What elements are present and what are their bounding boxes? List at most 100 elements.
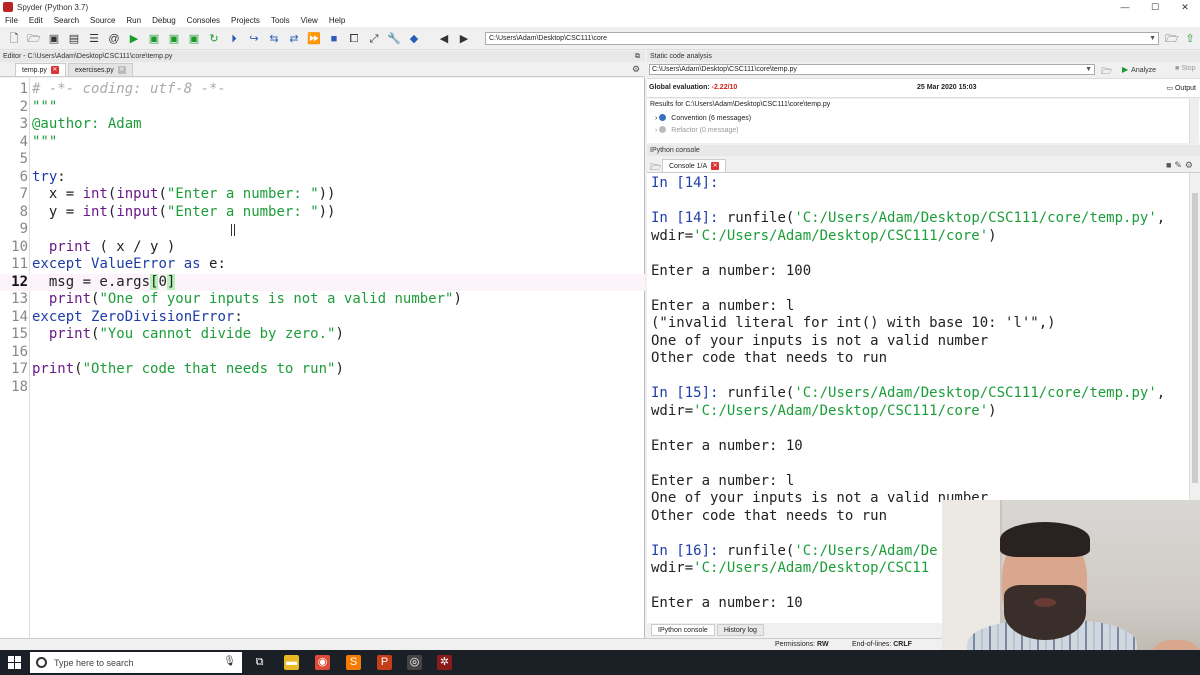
run-cell-icon[interactable]: ▣ — [146, 31, 162, 47]
tab-exercises-py[interactable]: exercises.py ✕ — [67, 63, 133, 76]
tab-temp-py[interactable]: temp.py ✕ — [15, 63, 66, 76]
close-tab-icon[interactable]: ✕ — [711, 162, 720, 170]
run-selection-icon[interactable]: ▣ — [186, 31, 202, 47]
preferences-icon[interactable]: 🔧 — [386, 31, 402, 47]
working-directory-input[interactable]: C:\Users\Adam\Desktop\CSC111\core ▼ — [485, 32, 1159, 45]
code-line[interactable]: 18 — [0, 379, 645, 397]
code-line[interactable]: 1 # -*- coding: utf-8 -*- — [0, 81, 645, 99]
maximize-button[interactable]: ☐ — [1140, 0, 1170, 14]
code-line[interactable]: 4 """ — [0, 134, 645, 152]
close-tab-icon[interactable]: ✕ — [50, 66, 59, 74]
at-icon[interactable]: @ — [106, 31, 122, 47]
console-line: Enter a number: 10 — [651, 595, 803, 613]
code-line[interactable]: 13 print("One of your inputs is not a va… — [0, 291, 645, 309]
code-line[interactable]: 8 y = int(input("Enter a number: ")) — [0, 204, 645, 222]
menu-edit[interactable]: Edit — [29, 16, 43, 25]
tab-history-log[interactable]: History log — [716, 624, 764, 636]
step-into-icon[interactable]: ⇆ — [266, 31, 282, 47]
code-line[interactable]: 15 print("You cannot divide by zero.") — [0, 326, 645, 344]
list-icon[interactable]: ☰ — [86, 31, 102, 47]
obs-icon[interactable]: ◎ — [407, 655, 422, 670]
line-number: 17 — [11, 361, 28, 377]
menu-search[interactable]: Search — [54, 16, 79, 25]
console-line: ("invalid literal for int() with base 10… — [651, 315, 1056, 333]
chevron-down-icon[interactable]: ▼ — [1085, 65, 1092, 75]
open-file-icon[interactable]: 🗁 — [26, 31, 42, 47]
menu-file[interactable]: File — [5, 16, 18, 25]
code-line[interactable]: 17 print("Other code that needs to run") — [0, 361, 645, 379]
results-scrollbar[interactable] — [1189, 99, 1199, 143]
output-button[interactable]: ▭ Output — [1166, 84, 1196, 92]
code-line[interactable]: 14 except ZeroDivisionError: — [0, 309, 645, 327]
code-line[interactable]: 9 — [0, 221, 645, 239]
save-all-icon[interactable]: ▤ — [66, 31, 82, 47]
analysis-file-select[interactable]: C:\Users\Adam\Desktop\CSC111\core\temp.p… — [649, 64, 1095, 75]
microphone-icon[interactable]: 🎙 — [223, 656, 236, 667]
code-line[interactable]: 16 — [0, 344, 645, 362]
console-token: In [ — [651, 385, 685, 401]
powerpoint-icon[interactable]: P — [377, 655, 392, 670]
code-token: "Enter a number: " — [166, 203, 319, 220]
console-token: Enter a number: 10 — [651, 595, 803, 611]
menu-source[interactable]: Source — [90, 16, 115, 25]
minimize-button[interactable]: — — [1110, 0, 1140, 14]
step-return-icon[interactable]: ⇄ — [286, 31, 302, 47]
rerun-icon[interactable]: ↻ — [206, 31, 222, 47]
code-line[interactable]: 12 msg = e.args[0] — [0, 273, 645, 291]
fullscreen-icon[interactable]: ⤢ — [366, 31, 382, 47]
forward-icon[interactable]: ▶ — [456, 31, 472, 47]
file-explorer-icon[interactable]: ▬ — [284, 655, 299, 670]
run-icon[interactable]: ▶ — [126, 31, 142, 47]
code-line[interactable]: 7 x = int(input("Enter a number: ")) — [0, 186, 645, 204]
browse-folder-icon[interactable]: 🗁 — [1164, 31, 1180, 47]
stop-debug-icon[interactable]: ■ — [326, 31, 342, 47]
menu-projects[interactable]: Projects — [231, 16, 260, 25]
gear-icon[interactable]: ⚙ — [632, 64, 640, 75]
code-line[interactable]: 3 @author: Adam — [0, 116, 645, 134]
code-line[interactable]: 10 print ( x / y ) — [0, 239, 645, 257]
save-icon[interactable]: ▣ — [46, 31, 62, 47]
menu-run[interactable]: Run — [126, 16, 141, 25]
continue-icon[interactable]: ⏩ — [306, 31, 322, 47]
tab-console-1a[interactable]: Console 1/A ✕ — [662, 159, 727, 172]
close-pane-icon[interactable]: ⧉ — [635, 51, 640, 62]
python-path-icon[interactable]: ◆ — [406, 31, 422, 47]
debug-icon[interactable]: ⏵ — [226, 31, 242, 47]
result-convention[interactable]: › Convention (6 messages) — [655, 114, 751, 122]
result-refactor[interactable]: › Refactor (0 message) — [655, 126, 739, 134]
code-token: input — [116, 186, 159, 202]
code-line[interactable]: 5 — [0, 151, 645, 169]
sublime-icon[interactable]: S — [346, 655, 361, 670]
menu-help[interactable]: Help — [329, 16, 345, 25]
code-line[interactable]: 6 try: — [0, 169, 645, 187]
scrollbar-thumb[interactable] — [1192, 193, 1198, 483]
code-line[interactable]: 2 """ — [0, 99, 645, 117]
close-tab-icon[interactable]: ✕ — [117, 66, 126, 74]
spyder-icon[interactable]: ✲ — [437, 655, 452, 670]
up-directory-icon[interactable]: ⇧ — [1182, 31, 1198, 47]
windows-start-icon[interactable] — [8, 656, 21, 669]
console-token: 'C:/Users/Adam/Desktop/CSC111/core/temp.… — [794, 385, 1157, 401]
code-editor[interactable]: 1 # -*- coding: utf-8 -*- 2 """ 3 @author: Ad… — [0, 78, 645, 638]
step-icon[interactable]: ↪ — [246, 31, 262, 47]
chrome-icon[interactable]: ◉ — [315, 655, 330, 670]
taskbar-search-box[interactable]: Type here to search 🎙 — [30, 652, 242, 673]
menu-view[interactable]: View — [301, 16, 318, 25]
analyze-button[interactable]: ▶ Analyze — [1122, 65, 1156, 74]
console-tools[interactable]: ■✎⚙ — [1166, 160, 1196, 171]
run-cell-advance-icon[interactable]: ▣ — [166, 31, 182, 47]
stop-button[interactable]: ■ Stop — [1175, 65, 1196, 72]
console-token: 16 — [684, 542, 702, 559]
maximize-pane-icon[interactable]: ⧠ — [346, 31, 362, 47]
code-line[interactable]: 11 except ValueError as e: — [0, 256, 645, 274]
menu-tools[interactable]: Tools — [271, 16, 290, 25]
new-file-icon[interactable]: 🗋 — [6, 31, 22, 47]
menu-debug[interactable]: Debug — [152, 16, 176, 25]
task-view-icon[interactable]: ⧉ — [252, 655, 267, 670]
chevron-down-icon[interactable]: ▼ — [1149, 33, 1156, 45]
menu-consoles[interactable]: Consoles — [187, 16, 220, 25]
static-analysis-toolbar: C:\Users\Adam\Desktop\CSC111\core\temp.p… — [647, 62, 1200, 77]
back-icon[interactable]: ◀ — [436, 31, 452, 47]
tab-ipython-console[interactable]: IPython console — [651, 624, 715, 636]
close-button[interactable]: ✕ — [1170, 0, 1200, 14]
